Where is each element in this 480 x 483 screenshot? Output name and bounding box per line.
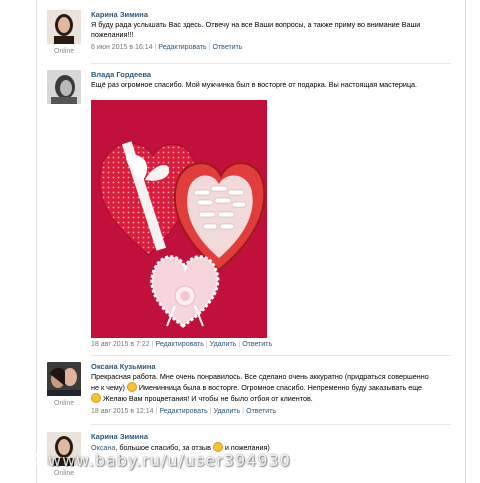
comment: Влада Гордеева Ещё раз огромное спасибо.… <box>47 70 447 355</box>
reply-link[interactable]: Ответить <box>213 44 243 51</box>
watermark-text: www.baby.ru/u/user394930 <box>48 451 291 470</box>
baby-logo-icon <box>11 451 39 467</box>
gift-box-photo <box>91 100 267 338</box>
comment-meta: 18 авг 2015 в 7:22 | Редактировать | Удалить… <box>91 341 273 348</box>
wall-feed: Online Карина Зимина Я буду рада услышат… <box>36 0 466 483</box>
avatar-photo <box>47 10 81 44</box>
author-name[interactable]: Оксана Кузьмина <box>91 362 447 372</box>
comment: Online Оксана Кузьмина Прекрасная работа… <box>47 362 447 422</box>
reply-link[interactable]: Ответить <box>242 341 272 348</box>
edit-link[interactable]: Редактировать <box>155 341 203 348</box>
comment-text-line: Прекрасная работа. Мне очень понравилось… <box>91 372 429 381</box>
comment-text-line: не к чему) <box>91 383 125 392</box>
divider <box>91 355 451 356</box>
edit-link[interactable]: Редактировать <box>158 44 206 51</box>
delete-link[interactable]: Удалить <box>214 408 241 415</box>
edit-link[interactable]: Редактировать <box>159 408 207 415</box>
comment-text: Я буду рада услышать Вас здесь. Отвечу н… <box>91 20 421 39</box>
comment-text: Прекрасная работа. Мне очень понравилось… <box>91 372 447 404</box>
comment: Online Карина Зимина Я буду рада услышат… <box>47 10 447 60</box>
author-name[interactable]: Карина Зимина <box>91 10 447 20</box>
avatar[interactable] <box>47 10 81 44</box>
smile-emoji-icon <box>126 382 137 392</box>
smile-emoji-icon <box>91 393 101 403</box>
comment-date[interactable]: 6 июн 2015 в 16:14 <box>91 44 153 51</box>
attached-photo[interactable] <box>91 100 267 338</box>
comment-text-line: Именинница была в восторге. Огромное спа… <box>138 383 423 392</box>
comment-meta: 6 июн 2015 в 16:14 | Редактировать | Ответит… <box>91 44 243 51</box>
online-status: Online <box>53 470 75 477</box>
comment-text-line: Желаю Вам процветания! И чтобы не было о… <box>103 394 313 403</box>
comment-date[interactable]: 18 авг 2015 в 12:14 <box>91 408 154 415</box>
avatar-photo <box>47 70 81 104</box>
divider <box>91 63 451 64</box>
author-name[interactable]: Карина Зимина <box>91 432 447 442</box>
delete-link[interactable]: Удалить <box>210 341 237 348</box>
online-status: Online <box>53 400 75 407</box>
comment-meta: 18 авг 2015 в 12:14 | Редактировать | Удалит… <box>91 408 277 415</box>
reply-link[interactable]: Ответить <box>246 408 276 415</box>
avatar[interactable] <box>47 362 81 396</box>
avatar[interactable] <box>47 70 81 104</box>
comment-date[interactable]: 18 авг 2015 в 7:22 <box>91 341 150 348</box>
author-name[interactable]: Влада Гордеева <box>91 70 447 80</box>
online-status: Online <box>53 48 75 55</box>
avatar-photo <box>47 362 81 396</box>
comment-text: Ещё раз огромное спасибо. Мой мужчинка б… <box>91 80 418 89</box>
watermark: www.baby.ru/u/user394930 <box>0 446 480 470</box>
divider <box>91 424 451 425</box>
